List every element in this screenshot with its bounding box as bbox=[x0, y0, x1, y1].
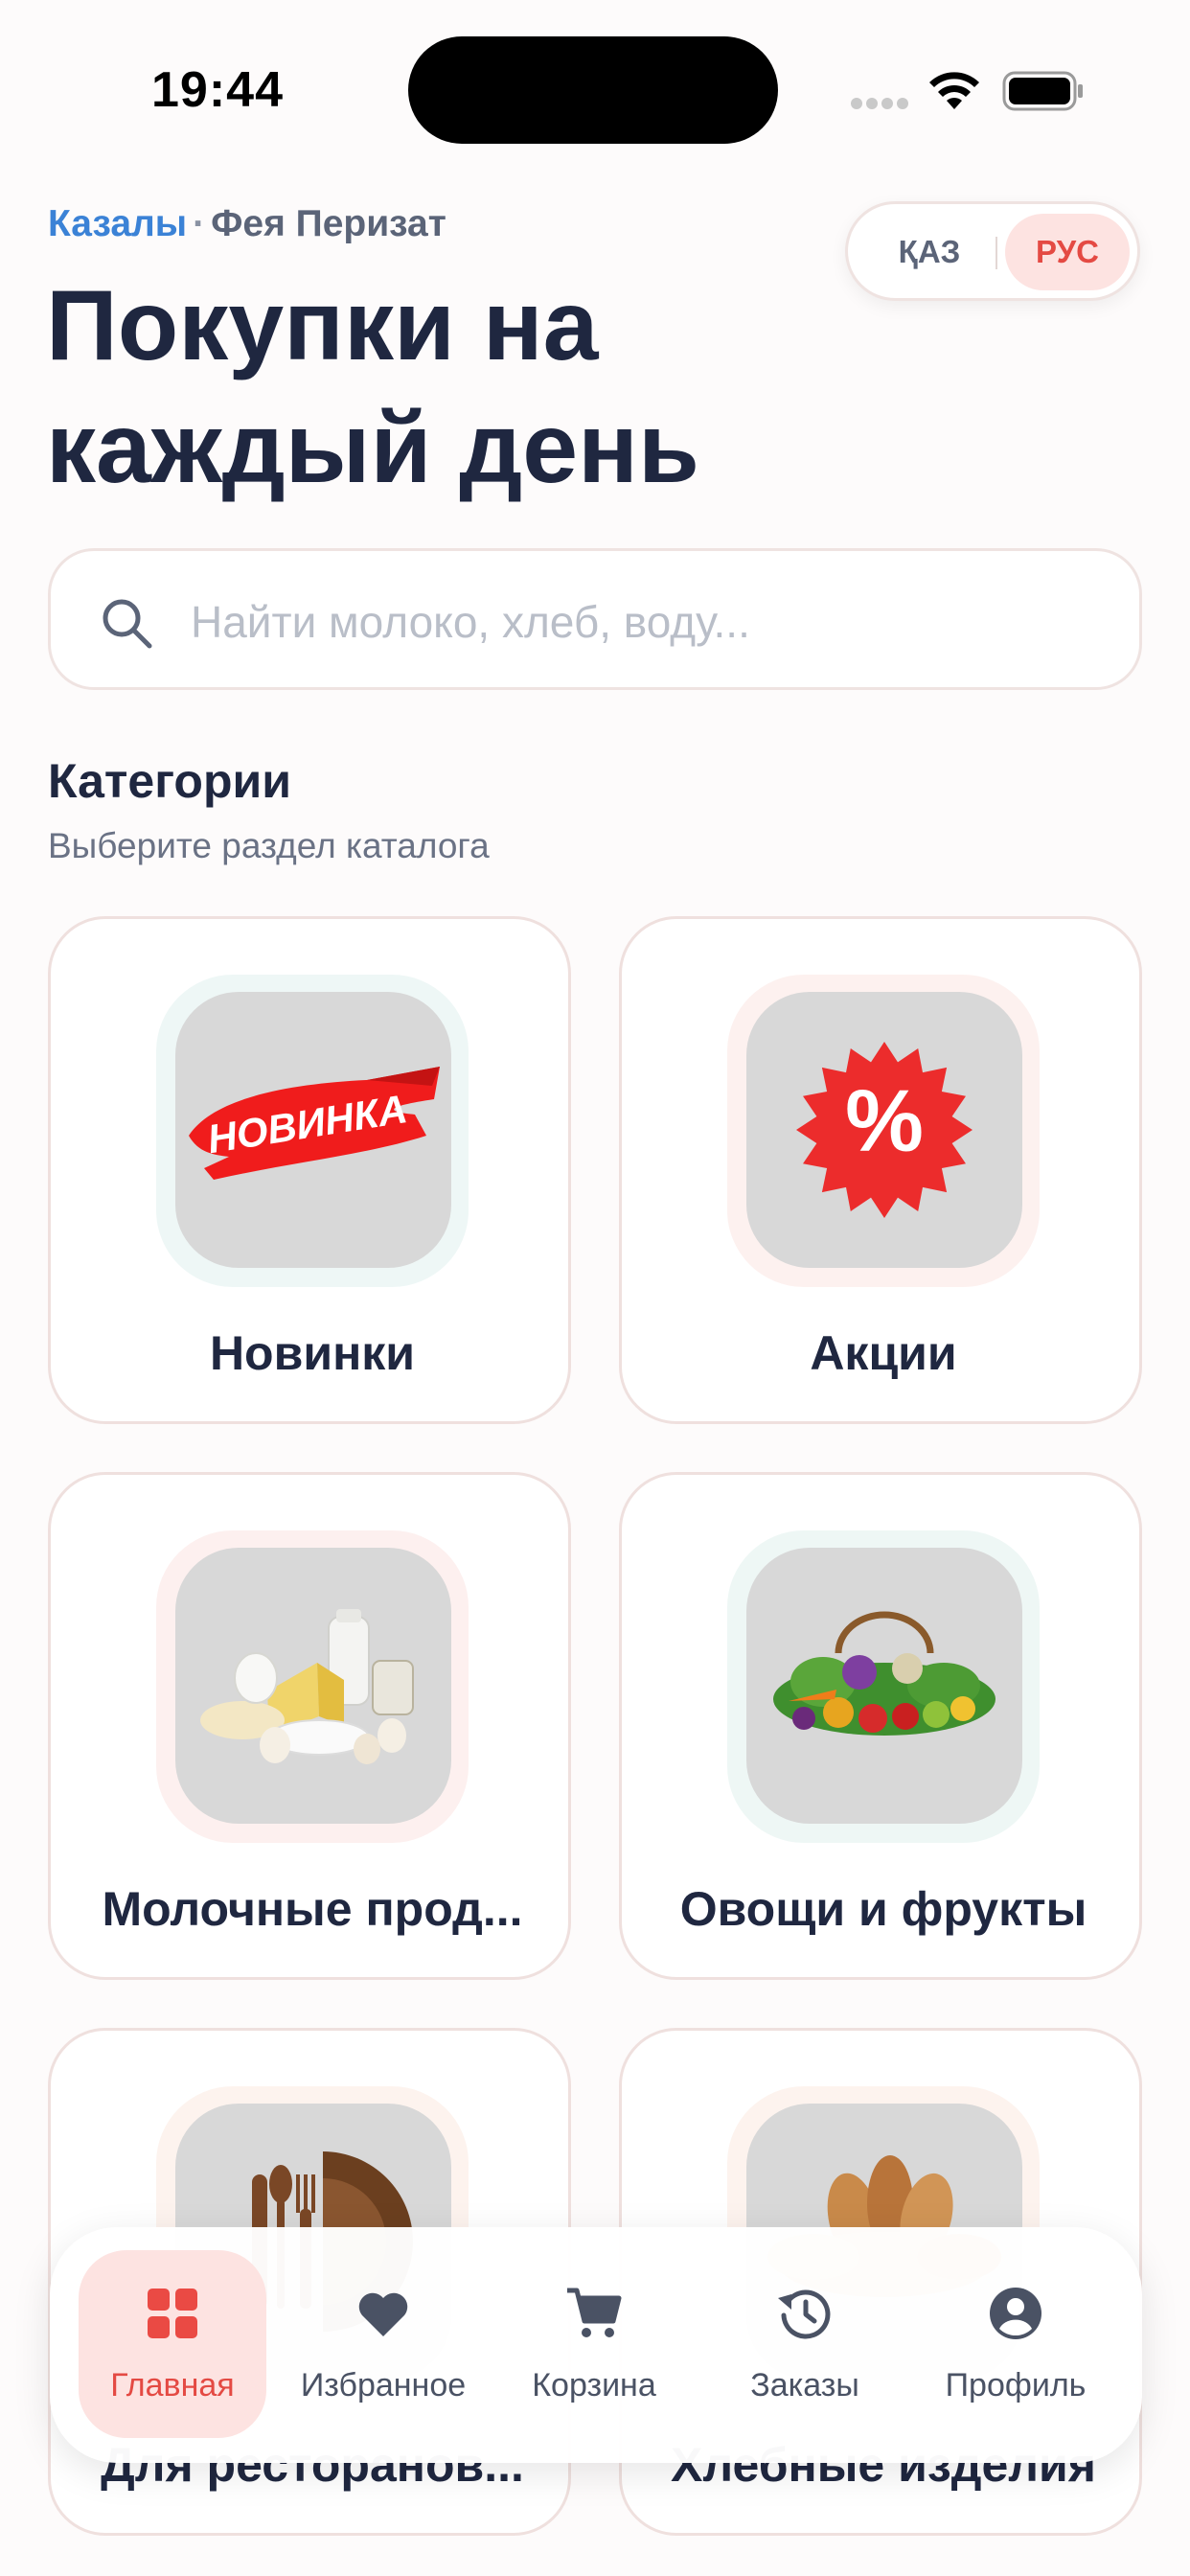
breadcrumb: Казалы · Фея Перизат bbox=[48, 203, 446, 245]
categories-title: Категории bbox=[48, 754, 291, 808]
home-grid-icon bbox=[148, 2288, 197, 2338]
language-switch: ҚАЗ РУС bbox=[845, 201, 1140, 301]
cart-icon bbox=[567, 2288, 622, 2337]
search-icon bbox=[103, 599, 152, 649]
dynamic-island bbox=[408, 36, 778, 144]
nav-item-cart[interactable]: Корзина bbox=[500, 2250, 688, 2438]
category-card-vegetables[interactable]: Овощи и фрукты bbox=[619, 1472, 1142, 1980]
cellular-signal-icon bbox=[851, 98, 908, 109]
nav-label: Корзина bbox=[532, 2367, 656, 2404]
nav-item-home[interactable]: Главная bbox=[79, 2250, 266, 2438]
breadcrumb-separator: · bbox=[193, 203, 206, 244]
battery-icon bbox=[1002, 71, 1083, 111]
discount-percent-image: % bbox=[746, 992, 1022, 1268]
search-box[interactable] bbox=[48, 548, 1142, 690]
history-icon bbox=[778, 2289, 831, 2339]
city-link[interactable]: Казалы bbox=[48, 203, 187, 244]
page-title: Покупки на каждый день bbox=[46, 270, 699, 504]
nav-label: Главная bbox=[110, 2367, 235, 2404]
category-card-new[interactable]: НОВИНКА Новинки bbox=[48, 916, 571, 1424]
lang-divider bbox=[995, 237, 997, 269]
lang-kaz-button[interactable]: ҚАЗ bbox=[867, 221, 992, 283]
vegetables-fruits-image bbox=[746, 1548, 1022, 1824]
status-bar: 19:44 bbox=[0, 0, 1190, 182]
dairy-products-image bbox=[175, 1548, 451, 1824]
category-label: Молочные прод... bbox=[102, 1882, 523, 1936]
nav-label: Заказы bbox=[750, 2367, 859, 2404]
heart-icon bbox=[358, 2292, 408, 2336]
category-label: Овощи и фрукты bbox=[679, 1882, 1087, 1936]
nav-item-profile[interactable]: Профиль bbox=[922, 2250, 1110, 2438]
status-time: 19:44 bbox=[151, 62, 284, 118]
lang-rus-button[interactable]: РУС bbox=[1005, 214, 1130, 290]
nav-item-favorites[interactable]: Избранное bbox=[289, 2250, 477, 2438]
wifi-icon bbox=[929, 72, 979, 109]
category-card-dairy[interactable]: Молочные прод... bbox=[48, 1472, 571, 1980]
category-label: Новинки bbox=[209, 1326, 416, 1380]
category-label: Акции bbox=[810, 1326, 957, 1380]
nav-item-orders[interactable]: Заказы bbox=[711, 2250, 899, 2438]
category-card-promotions[interactable]: % Акции bbox=[619, 916, 1142, 1424]
new-badge-image: НОВИНКА bbox=[175, 992, 451, 1268]
store-name: Фея Перизат bbox=[211, 203, 446, 244]
categories-subtitle: Выберите раздел каталога bbox=[48, 826, 490, 865]
nav-label: Профиль bbox=[945, 2367, 1087, 2404]
profile-icon bbox=[990, 2288, 1041, 2339]
bottom-navigation: Главная Избранное Корзина Заказы Профиль bbox=[50, 2227, 1142, 2463]
svg-text:%: % bbox=[845, 1072, 924, 1170]
nav-label: Избранное bbox=[300, 2367, 467, 2404]
search-input[interactable] bbox=[191, 586, 1110, 658]
